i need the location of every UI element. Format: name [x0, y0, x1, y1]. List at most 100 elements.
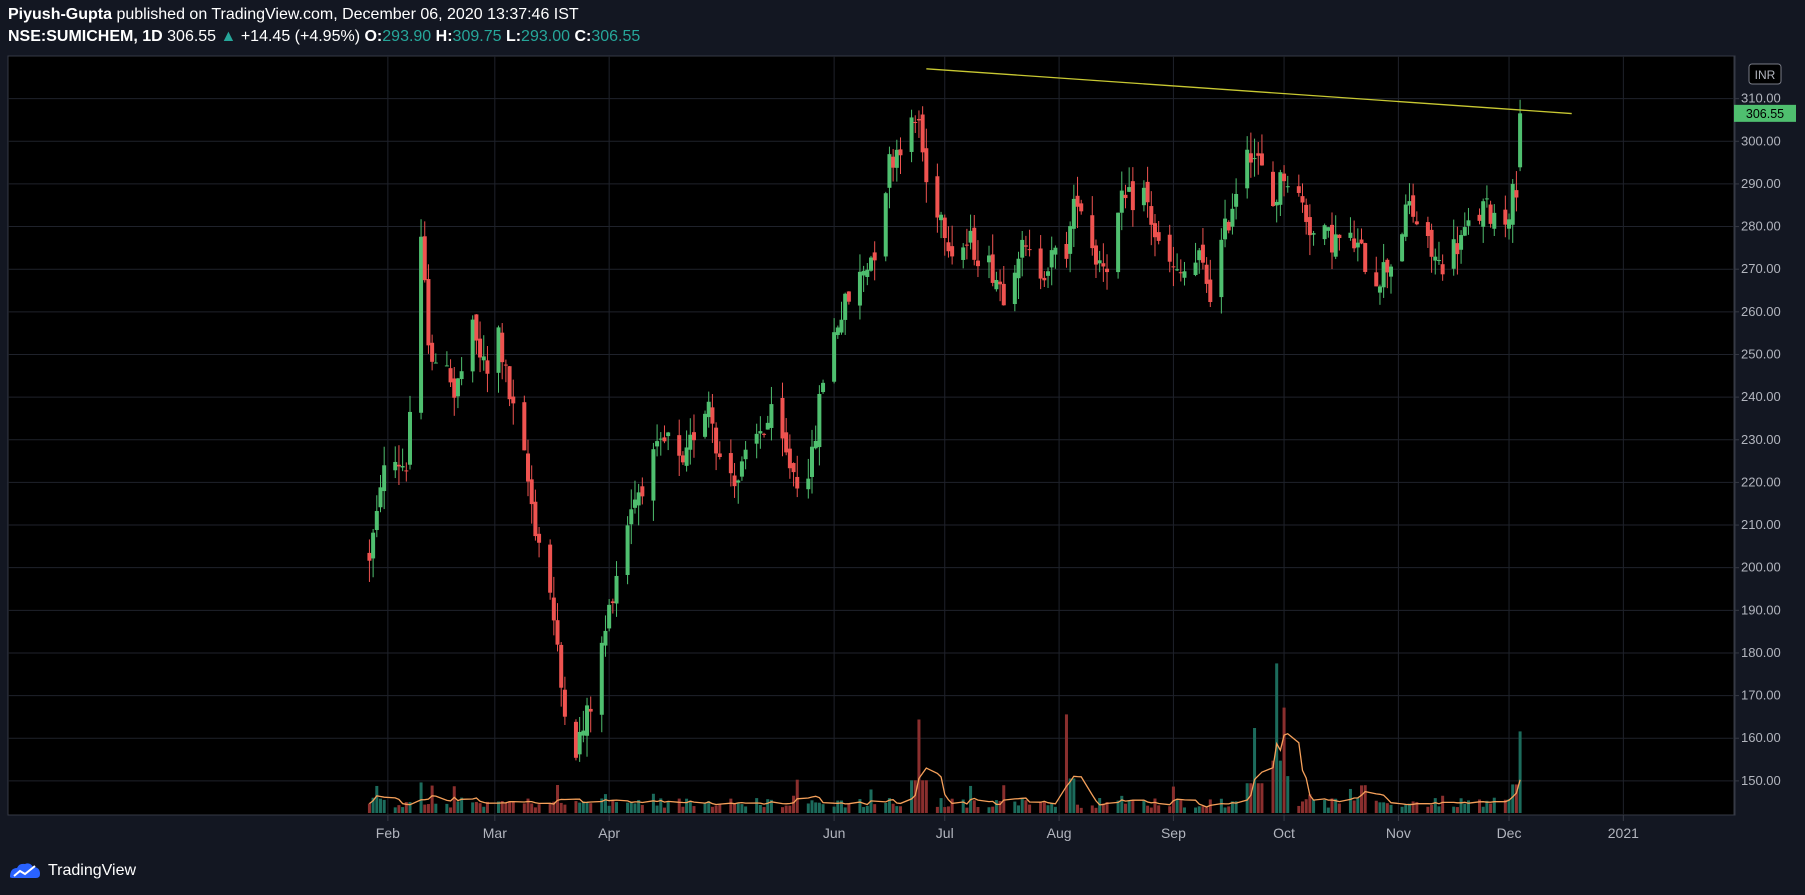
candle-body — [529, 479, 534, 505]
candle-body — [404, 470, 409, 472]
volume-bar — [1286, 776, 1290, 813]
volume-bar — [1064, 714, 1068, 813]
candle-body — [1359, 239, 1364, 244]
candle-body — [533, 501, 538, 537]
volume-bar — [1511, 784, 1515, 813]
candle-body — [666, 432, 671, 437]
volume-bar — [714, 805, 718, 813]
candle-body — [1322, 225, 1327, 240]
price-chart[interactable]: 310.00 300.00 290.00 280.00 270.00 260.00 250.… — [0, 0, 1805, 895]
candle-body — [1274, 201, 1279, 206]
volume-bar — [1201, 806, 1205, 813]
volume-bar — [710, 806, 714, 813]
candle-body — [728, 453, 733, 474]
candle-body — [419, 236, 424, 413]
candle-body — [511, 396, 516, 404]
volume-bar — [692, 806, 696, 813]
volume-bar — [1430, 805, 1434, 813]
volume-bar — [688, 800, 692, 813]
candle-body — [526, 453, 531, 482]
candle-body — [444, 365, 449, 367]
candle-body — [950, 246, 955, 257]
candle-body — [942, 217, 947, 239]
volume-bar — [939, 798, 943, 813]
volume-bar — [1090, 805, 1094, 813]
volume-bar — [662, 807, 666, 813]
volume-bar — [1459, 798, 1463, 813]
candle-body — [1171, 266, 1176, 268]
price-tick-label: 160.00 — [1741, 730, 1781, 745]
time-tick-label: 2021 — [1608, 825, 1639, 841]
time-tick-label: Apr — [598, 825, 620, 841]
volume-bar — [1131, 800, 1135, 813]
candle-body — [1149, 206, 1154, 225]
candle-body — [677, 435, 682, 456]
volume-bar — [574, 801, 578, 813]
candle-body — [1256, 153, 1261, 156]
volume-bar — [452, 786, 456, 813]
candle-body — [1518, 113, 1523, 168]
price-tick-label: 210.00 — [1741, 517, 1781, 532]
volume-bar — [559, 802, 563, 813]
volume-bar — [1072, 778, 1076, 813]
candle-body — [946, 242, 951, 252]
candle-body — [736, 480, 741, 483]
candle-body — [1355, 242, 1360, 248]
volume-bar — [434, 803, 438, 813]
volume-bar — [788, 805, 792, 813]
candle-body — [651, 449, 656, 501]
candle-body — [1226, 221, 1231, 231]
volume-bar — [1437, 806, 1441, 813]
volume-bar — [921, 780, 925, 813]
candle-body — [1348, 232, 1353, 238]
volume-bar — [847, 803, 851, 813]
tradingview-footer[interactable]: TradingView — [8, 860, 136, 882]
candle-body — [1245, 149, 1250, 189]
candle-body — [562, 689, 567, 717]
volume-bar — [1194, 807, 1198, 813]
chart-pane[interactable] — [7, 55, 1736, 816]
volume-bar — [1278, 760, 1282, 813]
candle-body — [640, 486, 645, 497]
candle-body — [913, 122, 918, 124]
volume-bar — [1348, 788, 1352, 813]
price-axis[interactable]: 310.00 300.00 290.00 280.00 270.00 260.00 250.… — [1734, 91, 1781, 788]
volume-bar — [762, 807, 766, 813]
price-tick-label: 220.00 — [1741, 474, 1781, 489]
candle-body — [817, 393, 822, 448]
volume-bar — [736, 802, 740, 813]
candle-body — [1296, 186, 1301, 193]
time-tick-label: Mar — [483, 825, 507, 841]
candle-body — [1200, 244, 1205, 263]
volume-bar — [987, 807, 991, 813]
volume-bar — [1297, 805, 1301, 813]
volume-bar — [474, 801, 478, 813]
candle-body — [887, 154, 892, 188]
price-tick-label: 170.00 — [1741, 688, 1781, 703]
candle-body — [791, 463, 796, 473]
volume-bar — [1042, 801, 1046, 813]
candle-body — [1208, 279, 1213, 303]
volume-bar — [655, 805, 659, 813]
candle-body — [872, 252, 877, 261]
candle-body — [1270, 171, 1275, 207]
candle-body — [1093, 245, 1098, 265]
candle-body — [1503, 209, 1508, 225]
candle-body — [548, 544, 553, 593]
candle-body — [1001, 283, 1006, 306]
volume-bar — [836, 800, 840, 813]
volume-bar — [965, 807, 969, 813]
candle-body — [784, 432, 789, 453]
candle-body — [975, 260, 980, 267]
time-axis[interactable]: Feb Mar Apr Jun Jul Aug Sep Oct Nov Dec 2021 — [376, 815, 1639, 841]
candle-body — [1403, 204, 1408, 237]
price-tick-label: 280.00 — [1741, 219, 1781, 234]
volume-bar — [378, 798, 382, 813]
volume-bar — [991, 806, 995, 813]
volume-bar — [511, 801, 515, 813]
candle-body — [396, 464, 401, 467]
candle-body — [813, 441, 818, 449]
candle-body — [629, 509, 634, 525]
candle-body — [478, 338, 483, 358]
candle-body — [795, 476, 800, 489]
